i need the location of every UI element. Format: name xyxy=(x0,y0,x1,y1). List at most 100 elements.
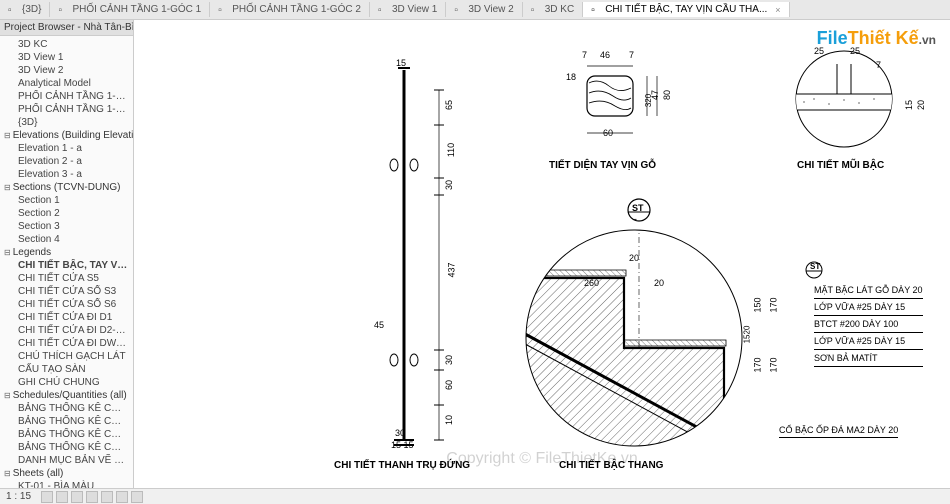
tree-item[interactable]: BẢNG THỐNG KÊ CỬA SỔ xyxy=(0,402,133,415)
tree-item[interactable]: CẤU TẠO SÀN xyxy=(0,363,133,376)
tree-item[interactable]: BẢNG THỐNG KÊ CỬA SỔ THEO T xyxy=(0,415,133,428)
tree-group-header[interactable]: Schedules/Quantities (all) xyxy=(0,389,133,402)
dim-text: 7 xyxy=(629,50,634,60)
dim-text: 10 xyxy=(444,415,454,425)
dim-text: 1520 xyxy=(742,326,751,344)
scale-display[interactable]: 1 : 15 xyxy=(6,491,31,502)
tree-item[interactable]: Elevation 1 - a xyxy=(0,142,133,155)
copyright-watermark: Copyright © FileThietKe.vn xyxy=(446,450,637,468)
construction-notes: MẶT BẬC LÁT GỖ DÀY 20LỚP VỮA #25 DÀY 15B… xyxy=(814,282,923,367)
tree-group-header[interactable]: Sheets (all) xyxy=(0,467,133,480)
tree-item[interactable]: 3D View 2 xyxy=(0,64,133,77)
dim-text: 150 xyxy=(753,297,763,312)
tree-item[interactable]: PHỐI CẢNH TẦNG 1-GÓC 2 xyxy=(0,103,133,116)
section-tag: ST xyxy=(632,203,644,213)
tree-group-header[interactable]: Legends xyxy=(0,246,133,259)
cube-icon: ▫ xyxy=(531,5,541,15)
dim-text: 170 xyxy=(769,357,779,372)
tab-chi-tiet-bac[interactable]: ▫CHI TIẾT BẬC, TAY VỊN CẦU THA...× xyxy=(583,2,789,17)
tab-3d[interactable]: ▫{3D} xyxy=(0,2,50,17)
section-tag-text: ST xyxy=(810,262,820,271)
dim-text: 18 xyxy=(566,72,576,82)
dim-text: 25 xyxy=(814,46,824,56)
dim-text: 20 xyxy=(916,100,926,110)
tree-item[interactable]: DANH MỤC BẢN VẼ KIẾN TRÚC xyxy=(0,454,133,467)
drawing-handrail xyxy=(559,48,679,148)
view-control-icons xyxy=(41,491,143,503)
tree-item[interactable]: Section 3 xyxy=(0,220,133,233)
dim-text: 15 15 xyxy=(391,440,414,450)
dim-text: 320 xyxy=(644,94,653,107)
tree-item[interactable]: 3D KC xyxy=(0,38,133,51)
tree-item[interactable]: BẢNG THỐNG KÊ CỬA ĐI THEO T xyxy=(0,441,133,454)
tab-3d-view-2[interactable]: ▫3D View 2 xyxy=(446,2,522,17)
tree-item[interactable]: Section 4 xyxy=(0,233,133,246)
drawing-canvas[interactable]: FileThiết Kế.vn 15 65 110 30 437 xyxy=(134,20,950,488)
dim-text: 20 xyxy=(654,278,664,288)
tree-item[interactable]: CHI TIẾT BẬC, TAY VỊN CẦU TH xyxy=(0,259,133,272)
tree-item[interactable]: CHI TIẾT CỬA ĐI DW-SL 03 BỘ xyxy=(0,337,133,350)
tree-item[interactable]: GHI CHÚ CHUNG xyxy=(0,376,133,389)
tree-item[interactable]: CHÚ THÍCH GẠCH LÁT xyxy=(0,350,133,363)
cube-icon: ▫ xyxy=(378,5,388,15)
model-graphics-icon[interactable] xyxy=(41,491,53,503)
dim-text: 7 xyxy=(582,50,587,60)
drawing-title: CHI TIẾT MŨI BẬC xyxy=(797,160,884,171)
tree-item[interactable]: CHI TIẾT CỬA ĐI D1 xyxy=(0,311,133,324)
note-bottom: CỔ BẬC ỐP ĐÁ MA2 DÀY 20 xyxy=(779,425,898,438)
dim-text: 15 xyxy=(396,58,406,68)
tree-item[interactable]: CHI TIẾT CỬA ĐI D2-SL 07 BỘ xyxy=(0,324,133,337)
drawing-post xyxy=(344,50,464,470)
status-bar: 1 : 15 xyxy=(0,488,950,504)
dim-text: 170 xyxy=(753,357,763,372)
cube-icon: ▫ xyxy=(8,5,18,15)
tree-group-header[interactable]: Sections (TCVN-DUNG) xyxy=(0,181,133,194)
dim-text: 20 xyxy=(629,253,639,263)
dim-text: 46 xyxy=(600,50,610,60)
reveal-hidden-icon[interactable] xyxy=(131,491,143,503)
dim-text: 30 xyxy=(395,428,405,438)
dim-text: 260 xyxy=(584,278,599,288)
tree-item[interactable]: Analytical Model xyxy=(0,77,133,90)
dim-text: 110 xyxy=(446,143,456,157)
dim-text: 65 xyxy=(444,100,454,110)
tree-item[interactable]: KT-01 - BÌA MÀU xyxy=(0,480,133,488)
tree-item[interactable]: CHI TIẾT CỬA SỔ S6 xyxy=(0,298,133,311)
tree-item[interactable]: PHỐI CẢNH TẦNG 1-GÓC 1 xyxy=(0,90,133,103)
tab-phoi-canh-2[interactable]: ▫PHỐI CẢNH TẦNG 1-GÓC 2 xyxy=(210,2,370,17)
shadows-icon[interactable] xyxy=(71,491,83,503)
tree-group-header[interactable]: Elevations (Building Elevation) xyxy=(0,129,133,142)
cube-icon: ▫ xyxy=(218,5,228,15)
drawing-title: TIẾT DIỆN TAY VỊN GỖ xyxy=(549,160,656,171)
tree-item[interactable]: 3D View 1 xyxy=(0,51,133,64)
project-browser-title: Project Browser - Nhà Tân-Bình Giang-... xyxy=(0,20,133,36)
tree-item[interactable]: CHI TIẾT CỬA S5 xyxy=(0,272,133,285)
view-tabs: ▫{3D} ▫PHỐI CẢNH TẦNG 1-GÓC 1 ▫PHỐI CẢNH… xyxy=(0,0,950,20)
tree-item[interactable]: Elevation 3 - a xyxy=(0,168,133,181)
dim-text: 60 xyxy=(444,380,454,390)
tab-3d-view-1[interactable]: ▫3D View 1 xyxy=(370,2,446,17)
dim-text: 7 xyxy=(876,60,881,70)
sun-path-icon[interactable] xyxy=(56,491,68,503)
dim-text: 45 xyxy=(374,320,384,330)
crop-region-icon[interactable] xyxy=(101,491,113,503)
crop-icon[interactable] xyxy=(86,491,98,503)
dim-text: 80 xyxy=(662,90,672,100)
dim-text: 15 xyxy=(904,100,914,110)
drawing-nosing xyxy=(774,44,914,154)
dim-text: 437 xyxy=(447,262,457,277)
tab-3d-kc[interactable]: ▫3D KC xyxy=(523,2,583,17)
dim-text: 170 xyxy=(769,297,779,312)
tree-item[interactable]: Section 1 xyxy=(0,194,133,207)
hide-isolate-icon[interactable] xyxy=(116,491,128,503)
close-icon[interactable]: × xyxy=(775,5,780,15)
tree-item[interactable]: {3D} xyxy=(0,116,133,129)
tree-item[interactable]: Elevation 2 - a xyxy=(0,155,133,168)
dim-text: 30 xyxy=(444,180,454,190)
cube-icon: ▫ xyxy=(454,5,464,15)
tree-item[interactable]: Section 2 xyxy=(0,207,133,220)
tab-phoi-canh-1[interactable]: ▫PHỐI CẢNH TẦNG 1-GÓC 1 xyxy=(50,2,210,17)
tree-item[interactable]: CHI TIẾT CỬA SỔ S3 xyxy=(0,285,133,298)
tree-item[interactable]: BẢNG THỐNG KÊ CỬA ĐI xyxy=(0,428,133,441)
project-browser: Project Browser - Nhà Tân-Bình Giang-...… xyxy=(0,20,134,488)
